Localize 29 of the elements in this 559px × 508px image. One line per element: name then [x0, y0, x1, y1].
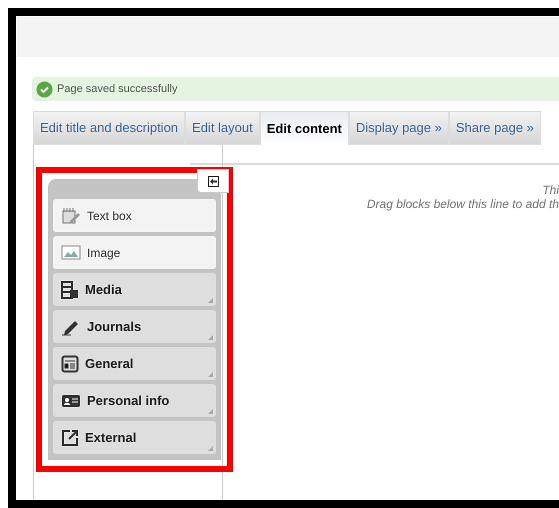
notepad-pencil-icon — [61, 206, 81, 224]
tab[interactable]: Share page » — [448, 111, 541, 145]
category-item[interactable]: General — [53, 347, 216, 380]
resize-grip-icon — [208, 335, 213, 340]
category-item[interactable]: Media — [53, 273, 216, 306]
id-card-icon — [61, 392, 81, 408]
message-text: Page saved successfully — [57, 82, 178, 97]
tab[interactable]: Edit layout — [185, 111, 260, 145]
block-item[interactable]: Text box — [53, 199, 216, 232]
category-item[interactable]: Journals — [53, 310, 216, 343]
resize-grip-icon — [208, 409, 213, 414]
drop-hint-text: Thi — [542, 183, 559, 197]
resize-grip-icon — [208, 298, 213, 303]
collapse-left-icon — [208, 176, 218, 186]
drop-hint-text: Drag blocks below this line to add th — [366, 197, 559, 211]
category-item[interactable]: Personal info — [53, 384, 216, 417]
tab[interactable]: Display page » — [348, 111, 449, 145]
document-icon — [61, 354, 79, 372]
tab[interactable]: Edit title and description — [33, 111, 186, 145]
resize-grip-icon — [208, 372, 213, 377]
block-item[interactable]: Image — [53, 236, 216, 269]
resize-grip-icon — [208, 446, 213, 451]
tab[interactable]: Edit content — [260, 111, 349, 145]
check-icon — [36, 80, 53, 98]
collapse-button[interactable] — [197, 169, 229, 193]
category-item[interactable]: External — [53, 421, 216, 454]
external-link-icon — [61, 428, 79, 446]
image-icon — [61, 244, 81, 260]
film-icon — [61, 280, 79, 298]
